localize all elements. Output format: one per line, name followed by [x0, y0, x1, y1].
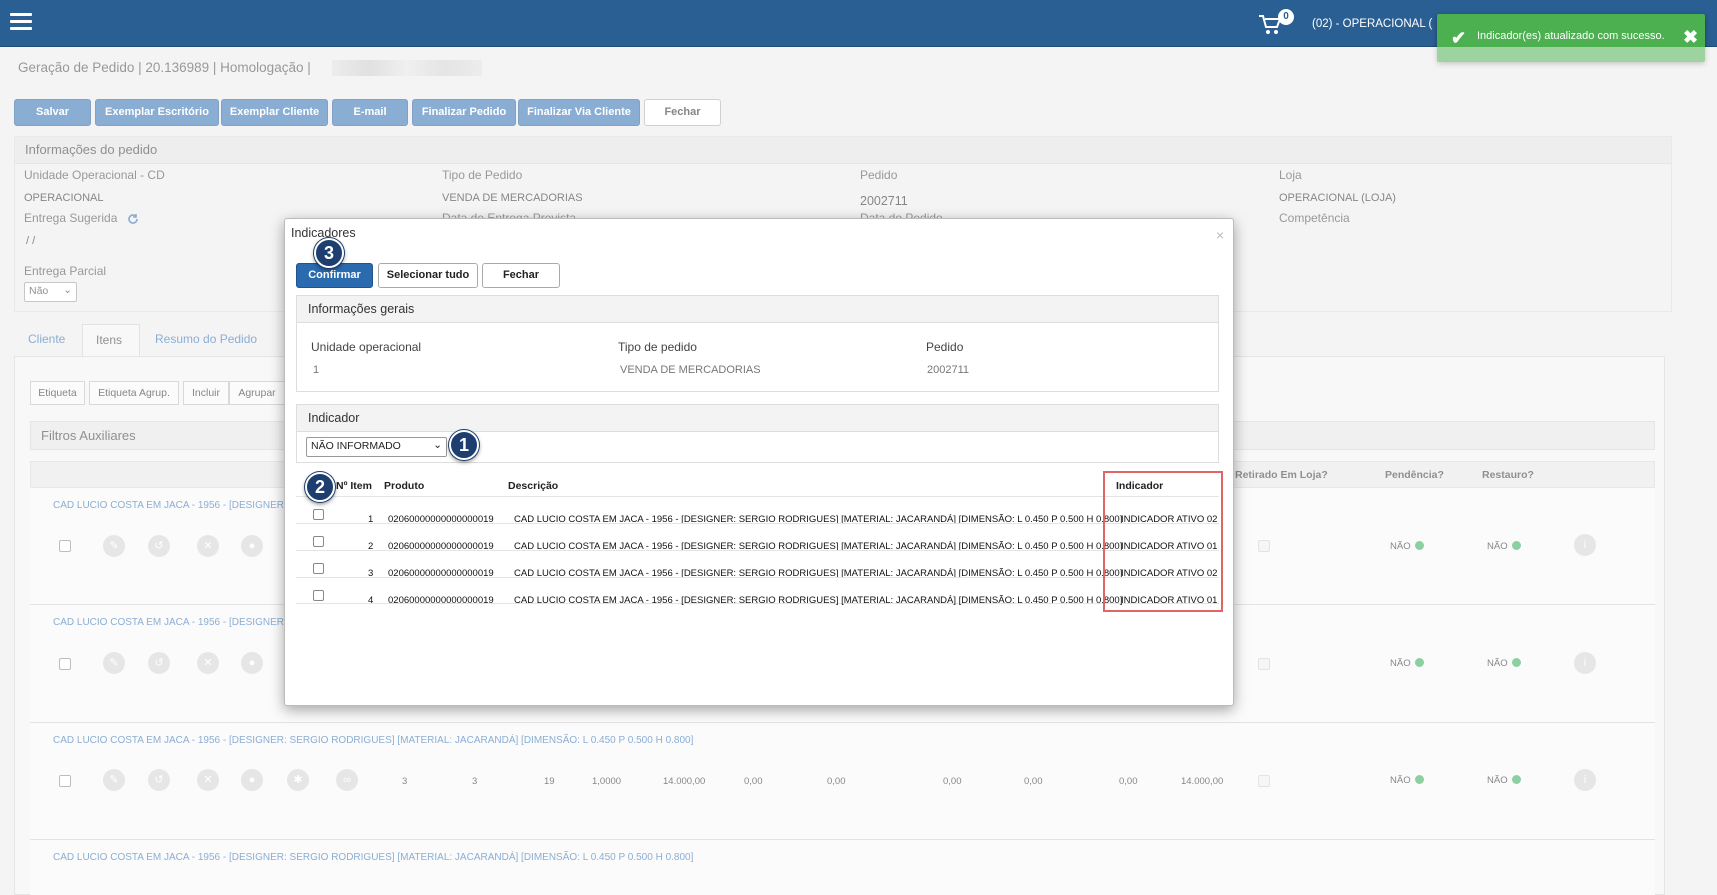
- modal-unidade-label: Unidade operacional: [311, 340, 422, 354]
- item-number: 4: [368, 595, 374, 606]
- modal-tipo-label: Tipo de pedido: [618, 340, 697, 354]
- indicador-select[interactable]: NÃO INFORMADO ⌄: [306, 437, 447, 457]
- modal-tipo-value: VENDA DE MERCADORIAS: [620, 364, 761, 376]
- chevron-down-icon: ⌄: [433, 439, 442, 451]
- callout-badge-1: 1: [449, 430, 479, 460]
- cart-count-badge: 0: [1278, 9, 1294, 25]
- modal-pedido-value: 2002711: [927, 364, 970, 376]
- toast-close-button[interactable]: ✖: [1683, 27, 1698, 48]
- indicadores-modal: Indicadores × Confirmar Selecionar tudo …: [284, 218, 1234, 706]
- check-icon: ✔: [1451, 28, 1467, 48]
- modal-close-button[interactable]: ×: [1216, 227, 1224, 243]
- item-checkbox[interactable]: [313, 536, 324, 547]
- informacoes-gerais-box: Informações gerais: [296, 295, 1219, 392]
- modal-unidade-value: 1: [313, 364, 320, 376]
- indicador-highlight-box: [1103, 471, 1223, 612]
- item-checkbox[interactable]: [313, 509, 324, 520]
- toast-message: Indicador(es) atualizado com sucesso.: [1477, 30, 1665, 42]
- col-item: Nº Item: [336, 480, 372, 492]
- col-produto: Produto: [384, 480, 425, 492]
- item-checkbox[interactable]: [313, 563, 324, 574]
- informacoes-gerais-heading: Informações gerais: [297, 296, 1218, 323]
- indicador-select-value: NÃO INFORMADO: [311, 440, 401, 452]
- menu-icon[interactable]: [10, 13, 32, 31]
- item-checkbox[interactable]: [313, 590, 324, 601]
- callout-badge-3: 3: [314, 238, 344, 268]
- item-produto: 02060000000000000019: [388, 595, 494, 606]
- modal-fechar-button[interactable]: Fechar: [482, 263, 560, 288]
- col-descricao: Descrição: [508, 480, 559, 492]
- item-descricao: CAD LUCIO COSTA EM JACA - 1956 - [DESIGN…: [514, 595, 1123, 606]
- selecionar-tudo-button[interactable]: Selecionar tudo: [378, 263, 478, 288]
- indicador-heading: Indicador: [297, 405, 1218, 432]
- callout-badge-2: 2: [305, 472, 335, 502]
- user-unit-label[interactable]: (02) - OPERACIONAL (: [1312, 18, 1432, 30]
- modal-pedido-label: Pedido: [926, 340, 964, 354]
